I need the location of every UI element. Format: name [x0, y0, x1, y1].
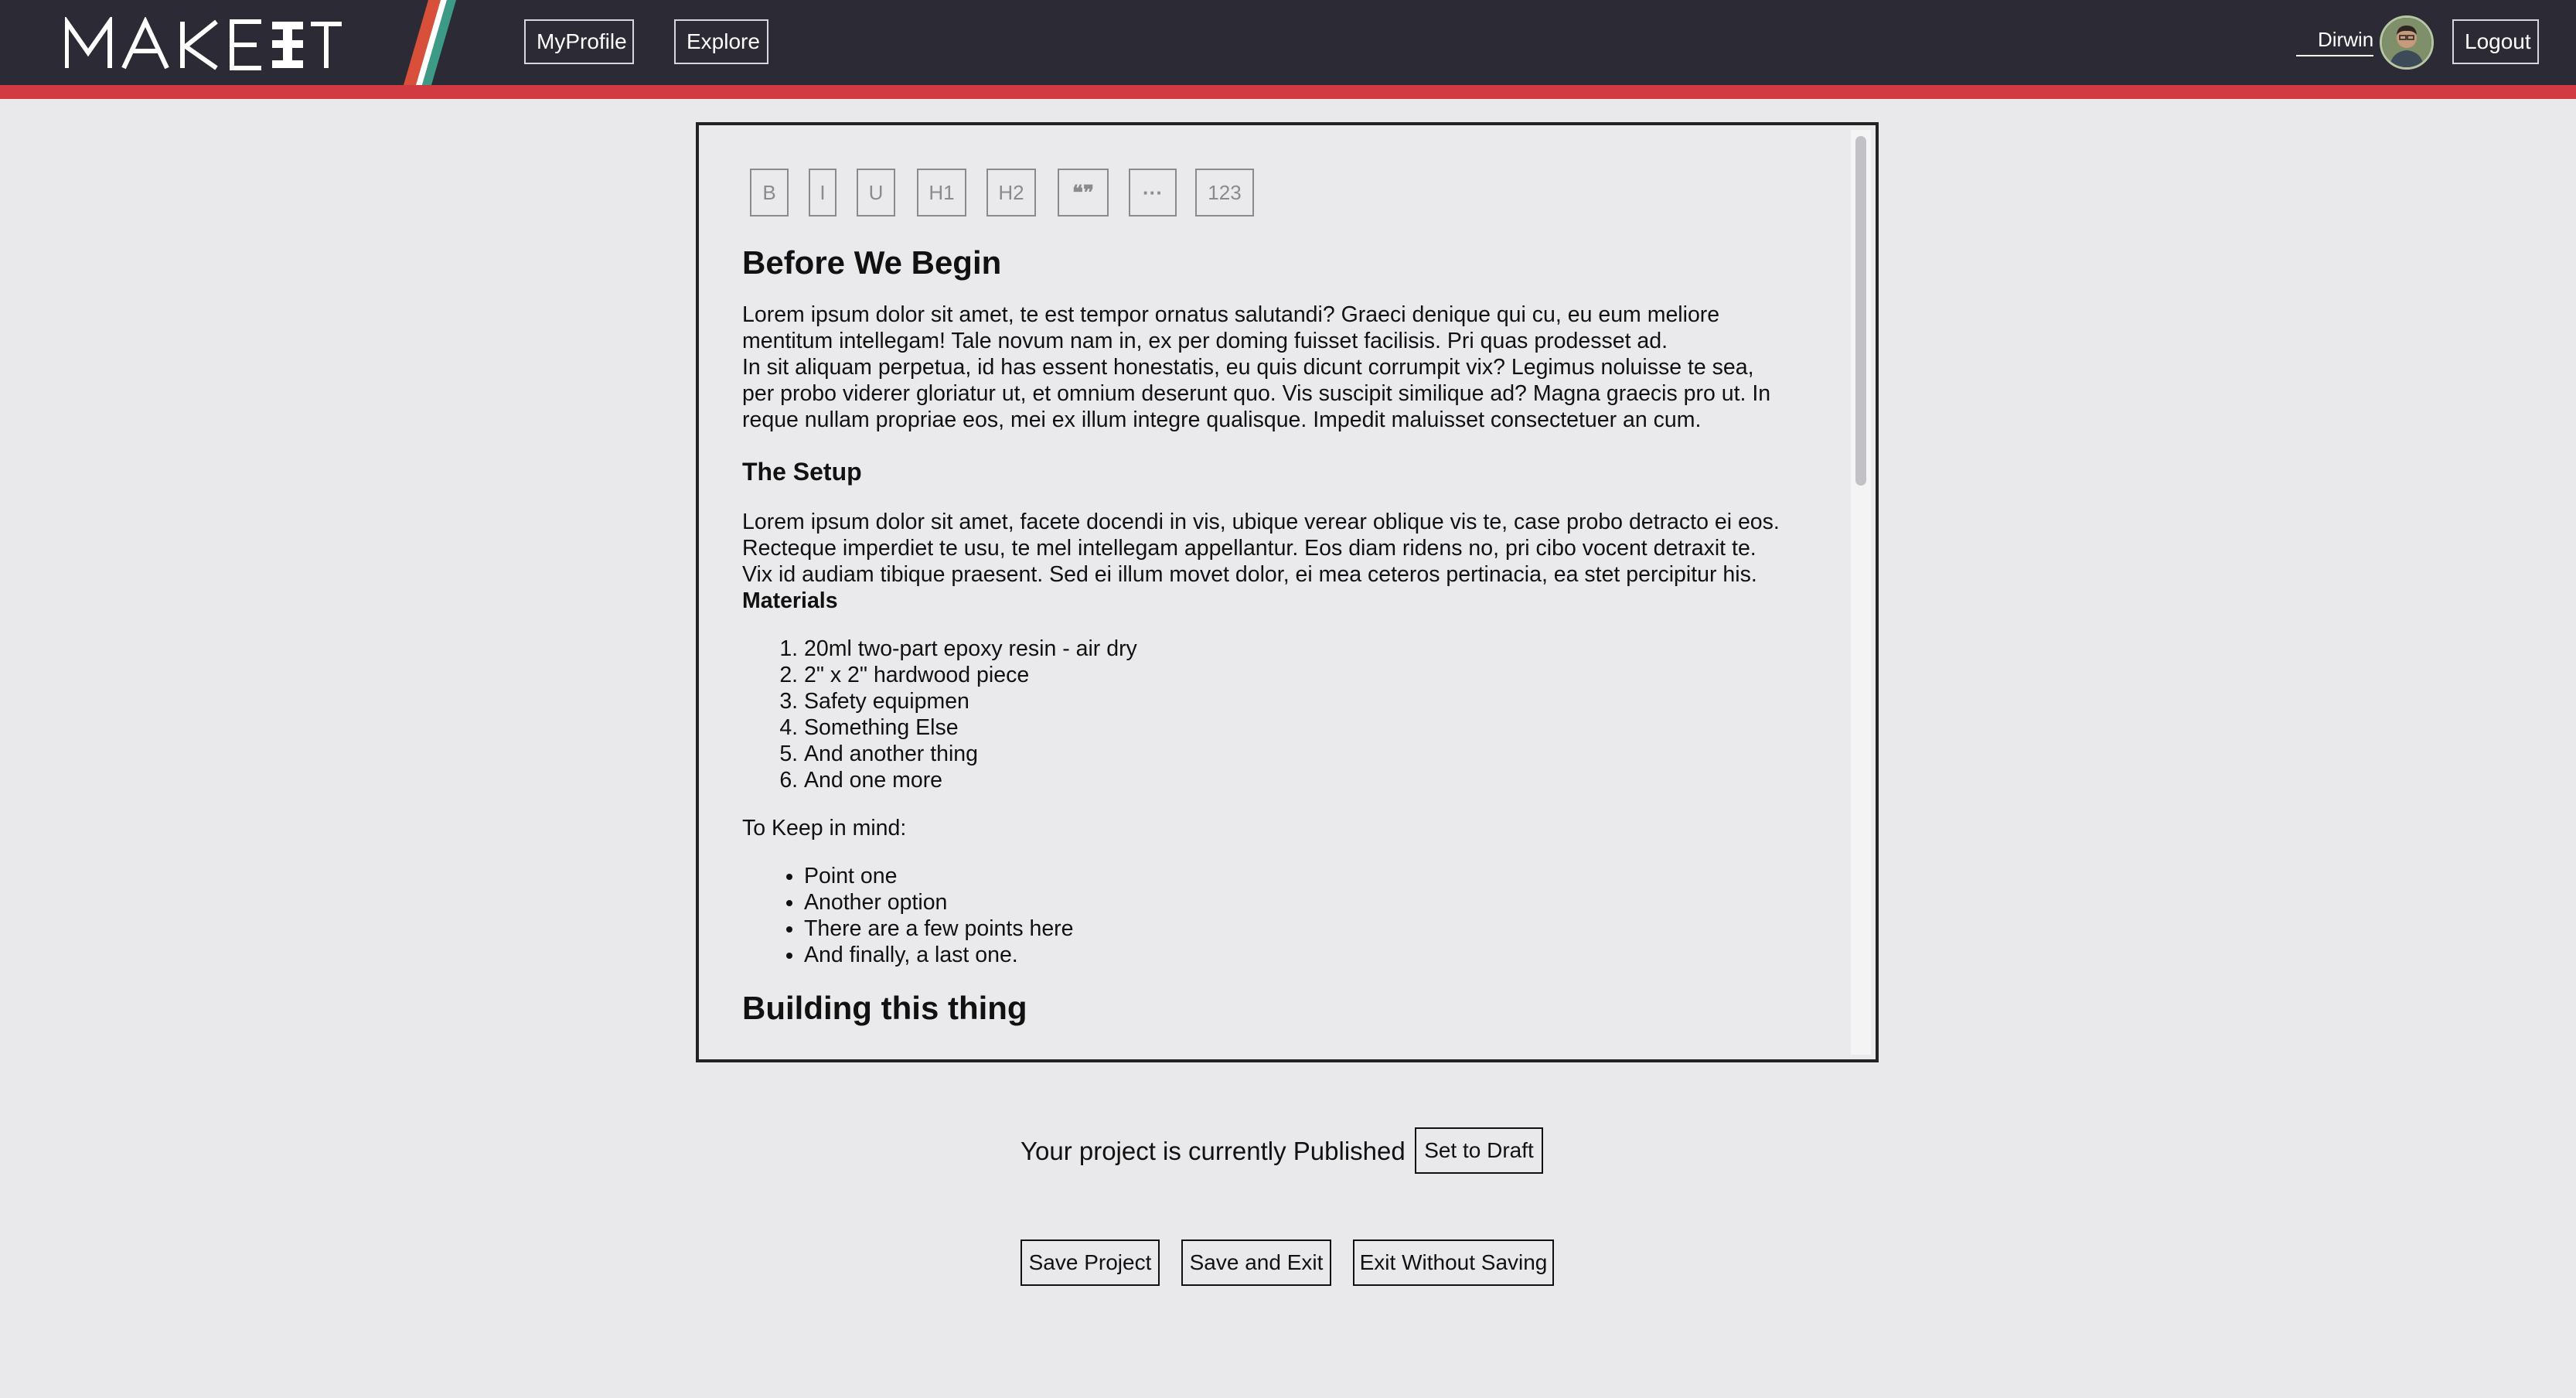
- exit-without-saving-button[interactable]: Exit Without Saving: [1353, 1239, 1554, 1286]
- top-navigation-bar: MyProfile Explore Dirwin Logout: [0, 0, 2576, 85]
- list-item: Safety equipmen: [804, 688, 1825, 714]
- paragraph-line: reque nullam propriae eos, mei ex illum …: [742, 407, 1702, 432]
- section-heading: Building this thing: [742, 990, 1027, 1026]
- makeit-logo[interactable]: [65, 17, 343, 71]
- list-item: Something Else: [804, 714, 1825, 741]
- materials-list: 20ml two-part epoxy resin - air dry 2" x…: [742, 636, 1825, 793]
- list-item: And finally, a last one.: [804, 942, 1825, 968]
- keep-in-mind-label: To Keep in mind:: [742, 816, 907, 841]
- materials-label: Materials: [742, 588, 838, 613]
- my-profile-button[interactable]: MyProfile: [524, 19, 634, 64]
- save-project-button[interactable]: Save Project: [1021, 1239, 1160, 1286]
- underline-button[interactable]: U: [857, 169, 895, 217]
- paragraph-line: Vix id audiam tibique praesent. Sed ei i…: [742, 562, 1757, 587]
- paragraph-line: per probo viderer gloriatur ut, et omniu…: [742, 381, 1771, 406]
- set-to-draft-button[interactable]: Set to Draft: [1415, 1127, 1543, 1174]
- username-link[interactable]: Dirwin: [2296, 28, 2373, 56]
- points-list: Point one Another option There are a few…: [742, 863, 1825, 968]
- heading1-button[interactable]: H1: [917, 169, 966, 217]
- editor-content[interactable]: Before We Begin Lorem ipsum dolor sit am…: [742, 241, 1825, 1030]
- explore-button[interactable]: Explore: [674, 19, 768, 64]
- logout-button[interactable]: Logout: [2452, 19, 2539, 64]
- list-item: And another thing: [804, 741, 1825, 767]
- paragraph-line: Lorem ipsum dolor sit amet, facete docen…: [742, 510, 1780, 534]
- italic-button[interactable]: I: [809, 169, 837, 217]
- list-item: Another option: [804, 889, 1825, 916]
- paragraph-line: In sit aliquam perpetua, id has essent h…: [742, 355, 1754, 380]
- scrollbar-thumb[interactable]: [1855, 136, 1866, 486]
- save-and-exit-button[interactable]: Save and Exit: [1181, 1239, 1331, 1286]
- publish-status-text: Your project is currently Published: [1021, 1137, 1406, 1165]
- editor-scrollbar[interactable]: [1851, 130, 1871, 1055]
- subsection-heading: The Setup: [742, 458, 862, 486]
- section-heading: Before We Begin: [742, 244, 1002, 281]
- list-item: Point one: [804, 863, 1825, 889]
- header-accent-stripe: [0, 85, 2576, 99]
- list-item: 2" x 2" hardwood piece: [804, 662, 1825, 688]
- logo-stripes-decoration: [404, 0, 456, 85]
- paragraph-line: Lorem ipsum dolor sit amet, te est tempo…: [742, 302, 1720, 327]
- bold-button[interactable]: B: [750, 169, 789, 217]
- list-item: There are a few points here: [804, 916, 1825, 942]
- user-avatar-icon[interactable]: [2380, 15, 2434, 70]
- rich-text-editor[interactable]: B I U H1 H2 ❝❞ ··· 123 Before We Begin L…: [696, 122, 1879, 1062]
- paragraph-line: Recteque imperdiet te usu, te mel intell…: [742, 536, 1757, 561]
- list-item: 20ml two-part epoxy resin - air dry: [804, 636, 1825, 662]
- quote-button[interactable]: ❝❞: [1058, 169, 1109, 217]
- list-item: And one more: [804, 767, 1825, 793]
- numbered-list-button[interactable]: 123: [1195, 169, 1254, 217]
- paragraph-line: mentitum intellegam! Tale novum nam in, …: [742, 329, 1668, 353]
- more-options-button[interactable]: ···: [1129, 169, 1177, 217]
- heading2-button[interactable]: H2: [986, 169, 1036, 217]
